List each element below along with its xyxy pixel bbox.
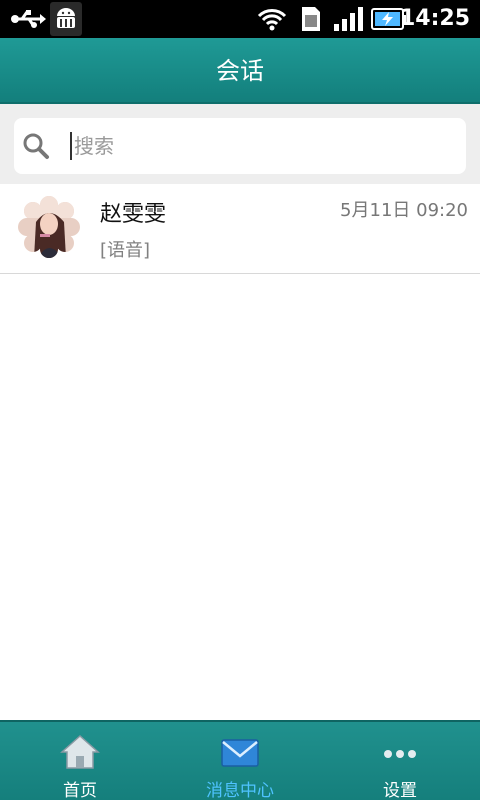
signal-icon [332,0,366,38]
text-cursor [70,132,72,160]
tab-label: 消息中心 [206,781,274,801]
search-input[interactable] [74,126,454,166]
contact-name: 赵雯雯 [100,202,167,227]
bottom-nav: 首页 消息中心 设置 [0,720,480,802]
status-bar: 14:25 [0,0,480,38]
page-title: 会话 [216,57,264,85]
avatar [18,196,80,258]
search-area [0,104,480,184]
sim-icon [298,0,324,38]
message-timestamp: 5月11日 09:20 [340,200,468,221]
usb-icon [8,0,48,38]
tab-label: 首页 [63,781,97,801]
list-item[interactable]: 赵雯雯 5月11日 09:20 [语音] [0,184,480,274]
tab-home[interactable]: 首页 [0,722,160,802]
more-dots-icon [380,734,420,770]
tab-settings[interactable]: 设置 [320,722,480,802]
envelope-icon [220,734,260,770]
wifi-icon [256,0,288,38]
tab-label: 设置 [383,781,417,801]
search-box[interactable] [14,118,466,174]
home-icon [60,734,100,770]
message-preview: [语音] [100,240,151,261]
tab-message-center[interactable]: 消息中心 [160,722,320,802]
status-time: 14:25 [399,6,470,31]
search-icon [22,132,50,160]
android-debug-icon [50,2,82,36]
title-bar: 会话 [0,38,480,104]
